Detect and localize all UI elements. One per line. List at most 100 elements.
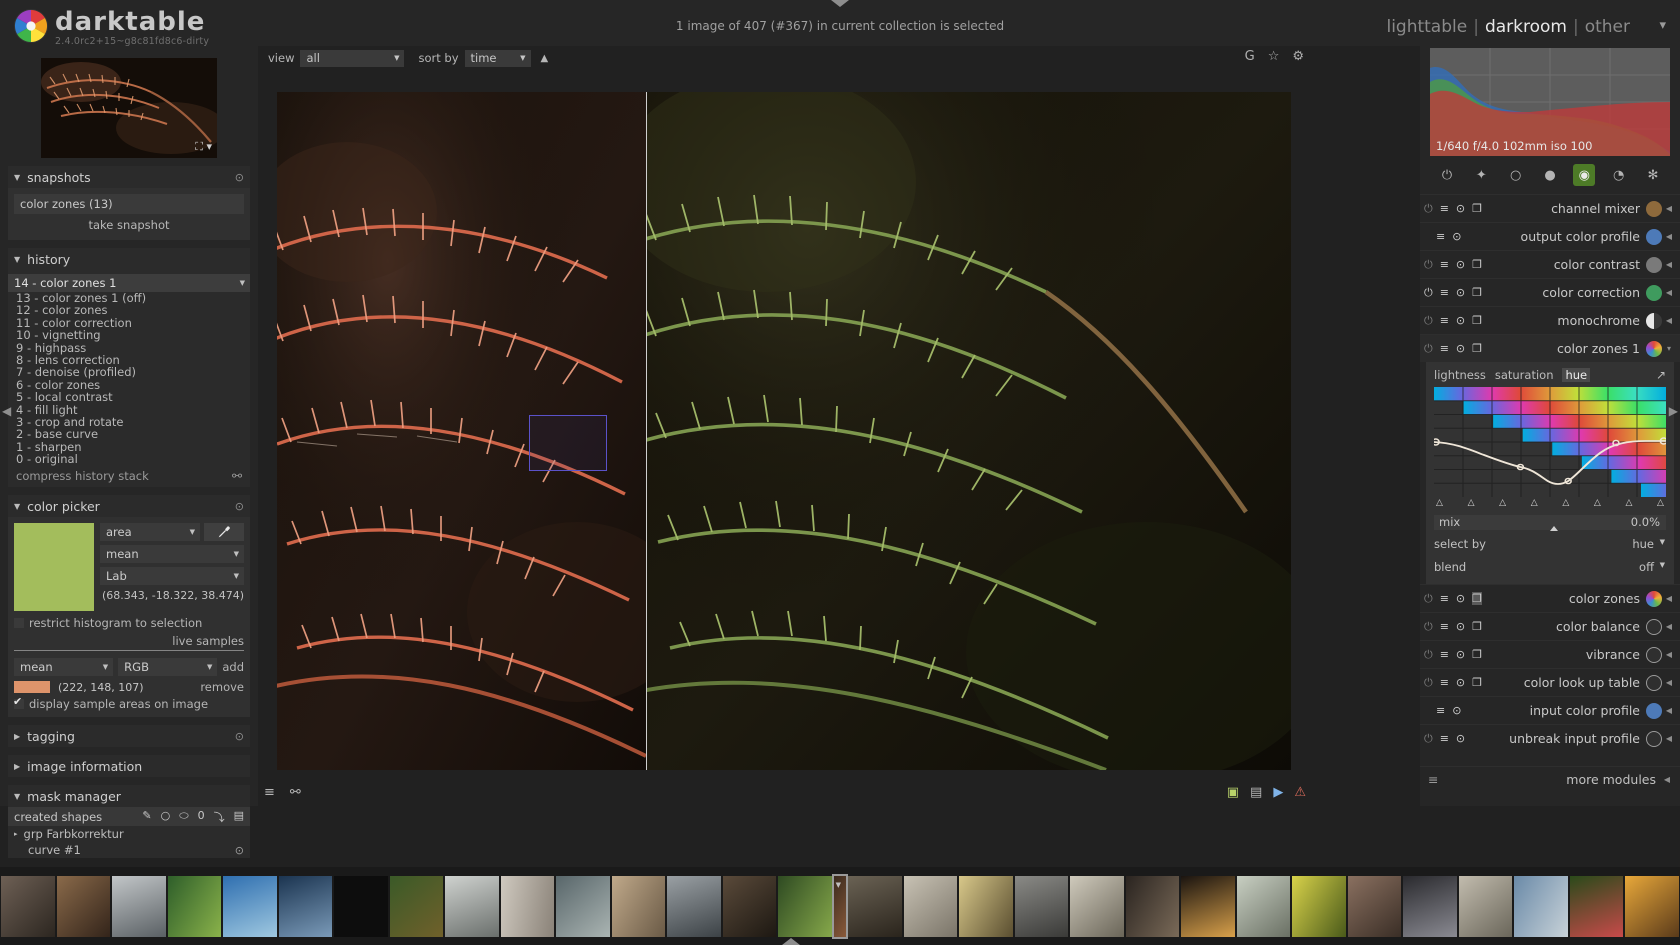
presets-icon[interactable]: ❐ — [1472, 592, 1483, 605]
tab-lightness[interactable]: lightness — [1434, 368, 1486, 382]
module-row-input-color-profile[interactable]: ≡ ⊙ input color profile ◀ — [1420, 696, 1680, 724]
filmstrip[interactable] — [0, 867, 1680, 945]
power-icon[interactable]: ⏻ — [1424, 342, 1433, 356]
filmstrip-thumbnail[interactable] — [1070, 875, 1124, 937]
restrict-histogram-row[interactable]: restrict histogram to selection — [14, 616, 244, 630]
sort-direction-button[interactable]: ▲ — [541, 53, 549, 64]
grouping-icon[interactable]: G — [1245, 49, 1255, 64]
multi-instance-icon[interactable]: ≡ — [1436, 230, 1445, 243]
chevron-left-icon[interactable]: ◀ — [1664, 650, 1674, 659]
filmstrip-thumbnail[interactable] — [959, 875, 1013, 937]
module-row-color-zones-1[interactable]: ⏻ ≡ ⊙ ❐ color zones 1 ▾ — [1420, 334, 1680, 362]
node-marker[interactable]: △ — [1594, 498, 1601, 508]
history-item[interactable]: 7 - denoise (profiled) — [8, 366, 250, 379]
overlays-icon[interactable]: ☆ — [1268, 49, 1280, 64]
power-icon[interactable]: ⏻ — [1424, 286, 1433, 300]
right-panel-collapse-arrow[interactable]: ▶ — [1669, 404, 1678, 418]
preferences-icon[interactable]: ⚙ — [1292, 49, 1304, 64]
reset-icon[interactable]: ⊙ — [1456, 286, 1465, 299]
multi-instance-icon[interactable]: ≡ — [1440, 286, 1449, 299]
filmstrip-thumbnail[interactable] — [1625, 875, 1679, 937]
tagging-reset-icon[interactable]: ⊙ — [235, 730, 244, 743]
filmstrip-thumbnail[interactable] — [847, 875, 902, 937]
left-panel-collapse-arrow[interactable]: ◀ — [2, 404, 11, 418]
color-picker-button[interactable] — [204, 523, 244, 542]
module-row-color-contrast[interactable]: ⏻ ≡ ⊙ ❐ color contrast ◀ — [1420, 250, 1680, 278]
chevron-left-icon[interactable]: ◀ — [1662, 775, 1672, 784]
filmstrip-thumbnail[interactable] — [1, 875, 55, 937]
filmstrip-thumbnail[interactable] — [1403, 875, 1457, 937]
power-icon[interactable]: ⏻ — [1424, 620, 1433, 634]
view-other[interactable]: other — [1585, 17, 1630, 37]
expand-graph-icon[interactable]: ↗ — [1656, 368, 1666, 382]
mask-shape-row[interactable]: curve #1 ⊙ — [8, 842, 250, 858]
multi-instance-icon[interactable]: ≡ — [1440, 676, 1449, 689]
filmstrip-thumbnail[interactable] — [223, 875, 277, 937]
color-zones-curve-graph[interactable] — [1431, 387, 1680, 497]
module-group-favorites-icon[interactable]: ✦ — [1470, 164, 1492, 186]
history-item[interactable]: 0 - original — [8, 453, 250, 466]
node-marker[interactable]: △ — [1625, 498, 1632, 508]
compress-history-icon[interactable]: ⚯ — [232, 469, 242, 483]
filmstrip-thumbnail[interactable] — [56, 875, 111, 937]
filmstrip-thumbnail-selected[interactable] — [831, 873, 848, 939]
view-darkroom[interactable]: darkroom — [1485, 17, 1567, 37]
module-row-color-balance[interactable]: ⏻ ≡ ⊙ ❐ color balance ◀ — [1420, 612, 1680, 640]
filmstrip-thumbnail[interactable] — [1569, 875, 1624, 937]
presets-icon[interactable]: ❐ — [1472, 342, 1482, 355]
chevron-down-icon[interactable]: ▾ — [1664, 344, 1674, 353]
filmstrip-thumbnail[interactable] — [1014, 875, 1069, 937]
filmstrip-thumbnail[interactable] — [1347, 875, 1402, 937]
tab-saturation[interactable]: saturation — [1495, 368, 1554, 382]
softproof-icon[interactable]: ▤ — [1250, 785, 1262, 800]
multi-instance-icon[interactable]: ≡ — [1440, 342, 1449, 355]
node-marker[interactable]: △ — [1499, 498, 1506, 508]
filmstrip-thumbnail[interactable] — [1125, 875, 1180, 937]
navigation-arrow-icon[interactable]: ▾ — [206, 140, 212, 153]
brush-shape-icon[interactable]: ⤵ — [214, 809, 225, 825]
reset-icon[interactable]: ⊙ — [1456, 258, 1465, 271]
picker-colorspace-select[interactable]: Lab — [100, 567, 244, 586]
before-after-split-line[interactable] — [646, 92, 647, 770]
filmstrip-thumbnail[interactable] — [167, 875, 222, 937]
chevron-left-icon[interactable]: ◀ — [1664, 316, 1674, 325]
module-row-color-correction[interactable]: ⏻ ≡ ⊙ ❐ color correction ◀ — [1420, 278, 1680, 306]
history-item[interactable]: 14 - color zones 1 — [8, 274, 250, 292]
mask-manager-header[interactable]: ▼ mask manager — [8, 785, 250, 808]
node-marker[interactable]: △ — [1436, 498, 1443, 508]
history-header[interactable]: ▼ history — [8, 248, 250, 270]
multi-instance-icon[interactable]: ≡ — [1436, 704, 1445, 717]
module-row-unbreak-input-profile[interactable]: ⏻ ≡ ⊙ unbreak input profile ◀ — [1420, 724, 1680, 752]
mask-group-row[interactable]: ▸ grp Farbkorrektur — [8, 826, 250, 842]
more-modules-icon[interactable]: ≡ — [1428, 772, 1438, 787]
filmstrip-thumbnail[interactable] — [667, 875, 721, 937]
overexposed-icon[interactable]: ▶ — [1273, 785, 1283, 800]
select-by-row[interactable]: select by hue — [1434, 535, 1666, 553]
reset-icon[interactable]: ⊙ — [1456, 648, 1465, 661]
chevron-left-icon[interactable]: ◀ — [1664, 288, 1674, 297]
chevron-left-icon[interactable]: ◀ — [1664, 734, 1674, 743]
module-row-output-color-profile[interactable]: ≡ ⊙ output color profile ◀ — [1420, 222, 1680, 250]
blend-row[interactable]: blend off — [1434, 558, 1666, 576]
chevron-left-icon[interactable]: ◀ — [1664, 594, 1674, 603]
filmstrip-thumbnail[interactable] — [500, 875, 555, 937]
live-samples-header[interactable]: live samples — [14, 634, 244, 652]
chevron-left-icon[interactable]: ◀ — [1664, 706, 1674, 715]
display-sample-areas-row[interactable]: display sample areas on image — [13, 695, 244, 711]
sort-by-select[interactable]: time — [464, 49, 531, 67]
multi-instance-icon[interactable]: ≡ — [1440, 620, 1449, 633]
module-group-basic-icon[interactable]: ○ — [1505, 164, 1527, 186]
power-icon[interactable]: ⏻ — [1424, 202, 1433, 216]
module-row-channel-mixer[interactable]: ⏻ ≡ ⊙ ❐ channel mixer ◀ — [1420, 194, 1680, 222]
power-icon[interactable]: ⏻ — [1424, 592, 1433, 606]
live-sample-colorspace-select[interactable]: RGB — [118, 658, 218, 677]
restrict-histogram-checkbox[interactable] — [14, 618, 24, 629]
filmstrip-thumbnail[interactable] — [1292, 875, 1346, 937]
reset-icon[interactable]: ⊙ — [1456, 202, 1465, 215]
image-canvas[interactable] — [277, 92, 1291, 770]
filmstrip-thumbnail[interactable] — [1236, 875, 1291, 937]
ellipse-shape-icon[interactable]: ⬭ — [179, 809, 188, 825]
tagging-header[interactable]: ▶ tagging ⊙ — [8, 725, 250, 748]
node-marker[interactable]: △ — [1468, 498, 1475, 508]
reset-icon[interactable]: ⊙ — [1452, 230, 1461, 243]
